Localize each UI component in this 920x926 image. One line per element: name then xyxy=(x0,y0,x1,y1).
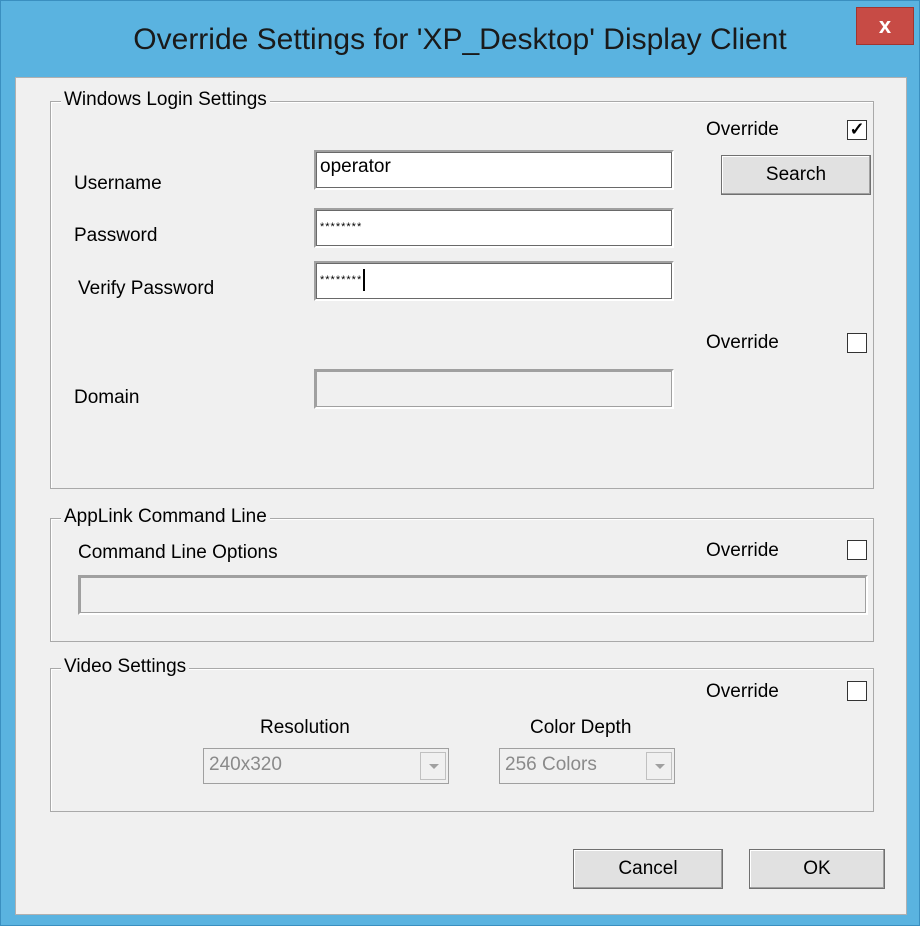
applink-override-label: Override xyxy=(706,540,779,561)
chevron-down-icon[interactable] xyxy=(420,752,446,780)
domain-input[interactable] xyxy=(314,369,674,409)
login-override-label: Override xyxy=(706,119,779,140)
resolution-value: 240x320 xyxy=(209,754,282,775)
login-legend: Windows Login Settings xyxy=(61,89,270,111)
color-depth-value: 256 Colors xyxy=(505,754,597,775)
search-button[interactable]: Search xyxy=(721,155,871,195)
username-label: Username xyxy=(74,173,162,194)
resolution-label: Resolution xyxy=(260,717,350,738)
domain-override-checkbox[interactable] xyxy=(847,333,867,353)
verify-password-label: Verify Password xyxy=(78,278,215,299)
video-legend: Video Settings xyxy=(61,656,190,678)
password-input[interactable]: ******** xyxy=(314,208,674,248)
close-button[interactable]: x xyxy=(856,7,914,45)
domain-label: Domain xyxy=(74,387,140,408)
command-line-options-label: Command Line Options xyxy=(78,542,278,563)
applink-override-checkbox[interactable] xyxy=(847,540,867,560)
ok-button[interactable]: OK xyxy=(749,849,885,889)
video-override-label: Override xyxy=(706,681,779,702)
video-override-checkbox[interactable] xyxy=(847,681,867,701)
color-depth-select[interactable]: 256 Colors xyxy=(499,748,675,784)
verify-password-input[interactable]: ******** xyxy=(314,261,674,301)
username-input[interactable]: operator xyxy=(314,150,674,190)
password-label: Password xyxy=(74,225,158,246)
title-bar[interactable]: Override Settings for 'XP_Desktop' Displ… xyxy=(1,1,919,77)
checkmark-icon: ✓ xyxy=(849,119,865,139)
chevron-down-icon[interactable] xyxy=(646,752,672,780)
text-caret xyxy=(363,269,366,292)
dialog-body: Windows Login Settings Override ✓ Userna… xyxy=(15,77,907,915)
command-line-input[interactable] xyxy=(78,575,868,615)
cancel-button[interactable]: Cancel xyxy=(573,849,723,889)
resolution-select[interactable]: 240x320 xyxy=(203,748,449,784)
dialog-window: Override Settings for 'XP_Desktop' Displ… xyxy=(0,0,920,926)
applink-legend: AppLink Command Line xyxy=(61,506,270,528)
color-depth-label: Color Depth xyxy=(530,717,632,738)
verify-password-value: ******** xyxy=(320,274,363,286)
login-override-checkbox[interactable]: ✓ xyxy=(847,120,867,140)
window-title: Override Settings for 'XP_Desktop' Displ… xyxy=(133,23,787,56)
domain-override-label: Override xyxy=(706,332,779,353)
